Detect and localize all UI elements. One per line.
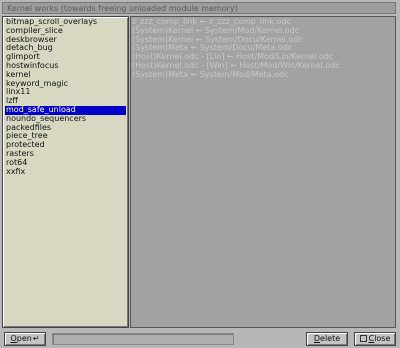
close-button-label: lose — [374, 334, 391, 343]
list-item[interactable]: deskbrowser — [5, 36, 126, 45]
list-item[interactable]: protected — [5, 141, 126, 150]
list-item[interactable]: lzff — [5, 97, 126, 106]
list-item[interactable]: kernel — [5, 71, 126, 80]
details-pane: z_zzz_comp_link ← z_zzz_comp_link.odc (Sy… — [130, 16, 396, 328]
window-title: Kernel works (towards freeing unloaded m… — [2, 2, 396, 14]
branch-list[interactable]: bitmap_scroll_overlays compiler_slice desk… — [2, 16, 129, 328]
close-button[interactable]: Close — [354, 332, 396, 346]
list-item[interactable]: detach_bug — [5, 44, 126, 53]
list-item[interactable]: piece_tree — [5, 132, 126, 141]
list-item[interactable]: noundo_sequencers — [5, 115, 126, 124]
status-field — [52, 333, 234, 345]
close-icon — [359, 335, 367, 342]
enter-arrow-icon: ↵ — [32, 334, 40, 343]
bottom-toolbar: Open↵ Delete Close — [0, 330, 400, 348]
list-item[interactable]: bitmap_scroll_overlays — [5, 18, 126, 27]
list-item[interactable]: linx11 — [5, 88, 126, 97]
branch-list-items: bitmap_scroll_overlays compiler_slice desk… — [5, 18, 126, 176]
list-item[interactable]: packedfiles — [5, 124, 126, 133]
delete-button-label: elete — [320, 334, 341, 343]
open-button[interactable]: Open↵ — [4, 332, 46, 346]
list-item[interactable]: hostwinfocus — [5, 62, 126, 71]
detail-line: (System)Meta ← System/Mod/Meta.odc — [132, 69, 289, 79]
list-item[interactable]: glimport — [5, 53, 126, 62]
open-button-label: pen — [16, 334, 32, 343]
details-lines: z_zzz_comp_link ← z_zzz_comp_link.odc (Sy… — [132, 17, 340, 80]
delete-button[interactable]: Delete — [306, 332, 348, 346]
list-item[interactable]: keyword_magic — [5, 80, 126, 89]
list-item[interactable]: rasters — [5, 150, 126, 159]
list-item[interactable]: compiler_slice — [5, 27, 126, 36]
list-item[interactable]: rot64 — [5, 159, 126, 168]
list-item[interactable]: xxfix — [5, 168, 126, 177]
list-item[interactable]: mod_safe_unload — [5, 105, 126, 115]
